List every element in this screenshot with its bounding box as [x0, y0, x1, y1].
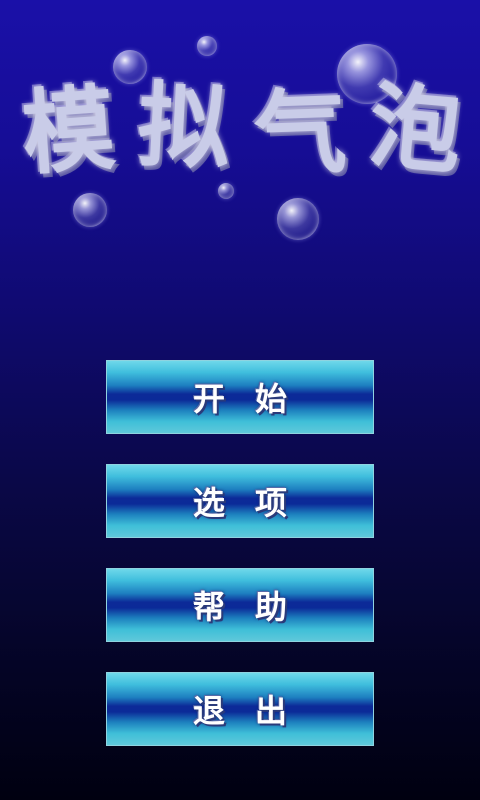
options-button-label: 选项 [192, 484, 317, 522]
help-button[interactable]: 帮助 [106, 568, 374, 642]
title-char: 模 [18, 74, 119, 188]
start-button-label: 开始 [192, 380, 317, 418]
options-button[interactable]: 选项 [106, 464, 374, 538]
bubble-decoration [73, 193, 107, 227]
exit-button[interactable]: 退出 [106, 672, 374, 746]
exit-button-label: 退出 [192, 692, 317, 730]
title-char: 气 [252, 77, 349, 189]
help-button-label: 帮助 [192, 588, 317, 626]
start-button[interactable]: 开始 [106, 360, 374, 434]
title-char: 泡 [364, 71, 466, 187]
bubble-decoration [277, 198, 319, 240]
game-title: 模 拟 气 泡 [19, 58, 466, 188]
title-char: 拟 [135, 71, 233, 183]
